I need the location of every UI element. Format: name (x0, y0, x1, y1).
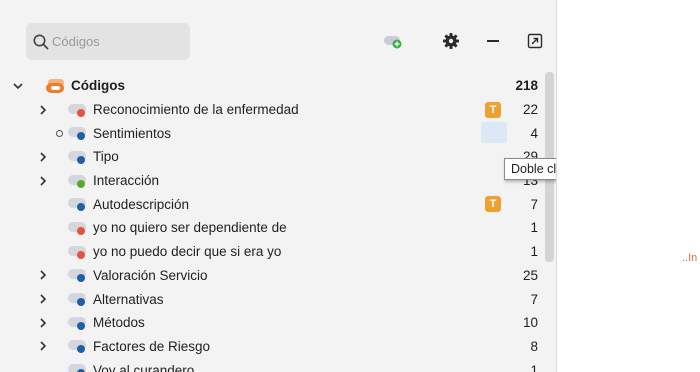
tree-item[interactable]: Voy al curandero 1 (0, 358, 544, 372)
code-tag-icon (68, 221, 88, 235)
tree-item[interactable]: Tipo 29 (0, 145, 544, 169)
chevron-right-icon[interactable] (37, 269, 49, 281)
tooltip-text: Doble clic para crear un memo (511, 162, 556, 176)
tree-item-label: yo no quiero ser dependiente de (93, 220, 287, 236)
code-tag-icon (68, 363, 88, 372)
tree-item[interactable]: Valoración Servicio 25 (0, 264, 544, 288)
tree-item[interactable]: Interacción 13 (0, 169, 544, 193)
tree-item-count: 4 (530, 125, 538, 141)
tree-item-label: Autodescripción (93, 196, 190, 212)
tree-item-label: yo no puedo decir que si era yo (93, 244, 282, 260)
tree-item-count: 7 (530, 291, 538, 307)
tree-item[interactable]: Métodos 10 (0, 311, 544, 335)
document-panel: ..In (556, 0, 700, 372)
collapse-button[interactable] (482, 30, 504, 52)
tree-item-label: Alternativas (93, 291, 164, 307)
codes-panel: Códigos 218 Reconocimiento de la enferme… (0, 0, 556, 372)
code-tag-icon (68, 174, 88, 188)
tree-item-label: Interacción (93, 173, 160, 189)
settings-button[interactable] (440, 30, 462, 52)
chevron-right-icon[interactable] (37, 151, 49, 163)
tree-item-count: 10 (522, 315, 538, 331)
tree-item[interactable]: Alternativas 7 (0, 287, 544, 311)
tree-item-count: 8 (530, 338, 538, 354)
code-tag-icon (68, 197, 88, 212)
search-input[interactable] (52, 34, 182, 49)
popout-icon (527, 33, 543, 49)
tree-item[interactable]: Factores de Riesgo 8 (0, 335, 544, 359)
tree-root-codes[interactable]: Códigos 218 (0, 74, 544, 98)
tree-item-label: Valoración Servicio (93, 267, 208, 283)
popout-button[interactable] (524, 30, 546, 52)
chevron-right-icon[interactable] (37, 317, 49, 329)
tree-item-count: 1 (530, 244, 538, 260)
tree-item-count: 25 (522, 267, 538, 283)
tree-item-label: Tipo (93, 149, 119, 165)
chevron-right-icon[interactable] (37, 293, 49, 305)
tree-item[interactable]: yo no quiero ser dependiente de 1 (0, 216, 544, 240)
tag-add-icon (384, 36, 402, 49)
chevron-right-icon[interactable] (37, 104, 49, 116)
tree-item-label: Voy al curandero (93, 362, 195, 372)
code-tag-icon (68, 339, 88, 354)
gear-icon (443, 33, 459, 49)
tree-item[interactable]: Sentimientos 4 (0, 121, 544, 145)
code-tag-icon (68, 268, 88, 283)
expand-dot-icon[interactable] (56, 129, 63, 137)
tree-item-count: 7 (530, 196, 538, 212)
tree-item-count: 1 (530, 220, 538, 236)
chevron-down-icon[interactable] (12, 80, 24, 92)
tree-root-count: 218 (515, 78, 538, 94)
document-hint: ..In (682, 252, 698, 264)
search-box[interactable] (26, 23, 190, 60)
tree-item-count: 1 (530, 362, 538, 372)
minus-icon (487, 40, 499, 42)
search-icon (33, 34, 49, 49)
chevron-right-icon[interactable] (37, 175, 49, 187)
tree-item[interactable]: Reconocimiento de la enfermedad T 22 (0, 98, 544, 122)
memo-tooltip: Doble clic para crear un memo (504, 158, 556, 180)
tree-item-label: Sentimientos (93, 125, 172, 141)
tree-item[interactable]: yo no puedo decir que si era yo 1 (0, 240, 544, 264)
code-tag-icon (68, 150, 88, 164)
new-code-button[interactable] (382, 30, 404, 52)
tree-item-label: Métodos (93, 315, 145, 331)
code-tag-icon (68, 103, 88, 117)
code-tag-icon (68, 126, 88, 141)
code-tree: Códigos 218 Reconocimiento de la enferme… (0, 74, 544, 372)
code-tag-icon (68, 245, 88, 259)
tree-item-label: Factores de Riesgo (93, 338, 211, 354)
tree-item-count: 22 (522, 102, 538, 118)
tree-item-label: Reconocimiento de la enfermedad (93, 102, 299, 118)
code-group-icon (46, 79, 66, 93)
tree-item[interactable]: Autodescripción T 7 (0, 192, 544, 216)
chevron-right-icon[interactable] (37, 340, 49, 352)
code-tag-icon (68, 316, 88, 330)
code-tag-icon (68, 292, 88, 307)
tree-root-label: Códigos (71, 78, 125, 94)
